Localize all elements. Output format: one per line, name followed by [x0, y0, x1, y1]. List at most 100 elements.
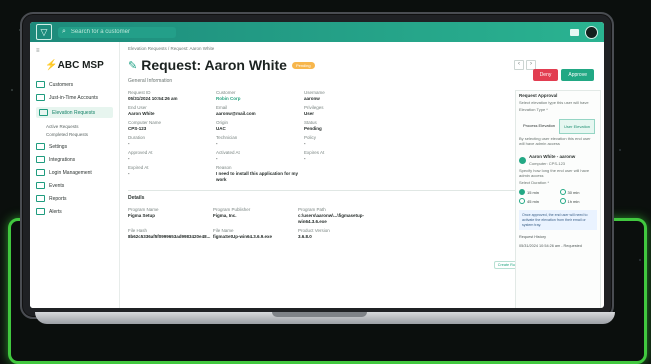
duration-15-min[interactable]: 15 min: [519, 189, 557, 195]
sidebar: ≡ ⚡ABC MSP Customers Just-in-Time Accoun…: [30, 42, 120, 308]
field-expired-at: Expired At -: [128, 165, 149, 176]
field-end-user: End User Aaron White: [128, 105, 155, 116]
radio-icon: [559, 189, 566, 195]
events-icon: [36, 182, 45, 189]
field-status: Status Pending: [304, 120, 322, 131]
approver-name: Aaron White - aaronw: [529, 154, 576, 159]
breadcrumb[interactable]: Elevation Requests / Request: Aaron Whit…: [128, 46, 596, 51]
field-origin: Origin UAC: [216, 120, 229, 131]
briefcase-icon[interactable]: [570, 28, 579, 36]
field-email: Email aaronw@mail.com: [216, 105, 256, 116]
nav-customers[interactable]: Customers: [36, 81, 113, 88]
field-reason: Reason I need to install this application…: [216, 165, 299, 182]
general-information-label: General Information: [128, 78, 173, 84]
nav-completed-requests[interactable]: Completed Requests: [46, 132, 113, 137]
edit-icon: ✎: [128, 59, 138, 72]
search-input[interactable]: [68, 28, 168, 36]
approval-title: Request Approval: [519, 93, 558, 98]
nav-settings[interactable]: Settings: [36, 143, 113, 150]
search-icon: ⌕: [62, 28, 66, 35]
field-computer: Computer Name CPS-123: [128, 120, 162, 131]
approver-subtitle: Computer: CPS-123: [529, 161, 566, 166]
nav-elevation-requests[interactable]: Elevation Requests: [36, 107, 113, 118]
approval-subtitle: Select elevation type this user will hav…: [519, 100, 589, 105]
approve-button[interactable]: Approve: [561, 69, 594, 81]
field-product-version: Product Version 3.6.8.0: [298, 228, 330, 239]
field-activated-at: Activated At -: [216, 150, 240, 161]
page-title: Request: Aaron White: [141, 57, 287, 73]
field-file-name: File Name figmaSetUp-win64.3.6.9.exe: [213, 228, 273, 239]
prev-icon[interactable]: ‹: [514, 60, 524, 70]
customers-icon: [36, 81, 45, 88]
duration-45-min[interactable]: 45 min: [519, 198, 557, 204]
login-icon: [36, 169, 45, 176]
nav-label: Events: [49, 182, 65, 189]
field-username: Username aaronw: [304, 90, 325, 101]
approval-info-message: Once approved, the end user will need to…: [519, 210, 597, 231]
how-long-text: Specify how long the end user will have …: [519, 168, 590, 178]
integrations-icon: [36, 156, 45, 163]
nav-label: Settings: [49, 143, 68, 150]
field-request-id: Request ID 05/31/2024 10:54:26 am: [128, 90, 178, 101]
nav-label: Just-in-Time Accounts: [49, 94, 98, 101]
laptop-notch: [272, 312, 367, 317]
nav-integrations[interactable]: Integrations: [36, 156, 113, 163]
nav-label: Integrations: [49, 156, 76, 163]
alerts-icon: [36, 208, 45, 215]
request-approval-panel: Request Approval Select elevation type t…: [515, 90, 601, 308]
approver-row: Aaron White - aaronw Computer: CPS-123: [519, 154, 597, 166]
field-program-name: Program Name Figma Setup: [128, 207, 159, 218]
elevation-icon: [39, 109, 48, 116]
request-history-label: Request History: [519, 235, 547, 240]
radio-selected-icon: [519, 189, 525, 195]
avatar: [519, 156, 526, 164]
search-box[interactable]: ⌕: [58, 26, 176, 38]
reports-icon: [36, 195, 45, 202]
radio-icon: [559, 198, 566, 204]
deny-button[interactable]: Deny: [532, 69, 559, 81]
nav-label: Customers: [49, 81, 74, 88]
nav-alerts[interactable]: Alerts: [36, 208, 113, 215]
field-program-publisher: Program Publisher Figma, Inc.: [213, 207, 251, 218]
nav-reports[interactable]: Reports: [36, 195, 113, 202]
field-expires-at: Expires At -: [304, 150, 325, 161]
request-actions: Deny Approve: [532, 69, 594, 81]
app-logo-icon: ▽: [36, 24, 52, 40]
nav-login-management[interactable]: Login Management: [36, 169, 113, 176]
company-logo: ⚡ABC MSP: [45, 60, 104, 71]
status-badge: Pending: [291, 61, 315, 69]
field-program-path: Program Path c:\users\aaronw\...\figmaset…: [298, 207, 365, 224]
duration-30-min[interactable]: 30 min: [559, 189, 598, 195]
top-bar: ▽ ⌕: [30, 22, 604, 42]
tab-user-elevation[interactable]: User Elevation: [559, 119, 596, 134]
user-elevation-description: By selecting user elevation this end use…: [519, 136, 591, 146]
nav-events[interactable]: Events: [36, 182, 113, 189]
laptop-screen: ▽ ⌕ ≡ ⚡ABC MSP Customers Just-in-Time Ac…: [20, 12, 614, 319]
elevation-type-label: Elevation Type *: [519, 107, 548, 112]
field-privileges: Privileges User: [304, 105, 324, 116]
settings-icon: [36, 143, 45, 150]
field-technician: Technician -: [216, 135, 238, 146]
title-row: ✎ Request: Aaron White Pending ‹ ›: [128, 57, 596, 73]
app-window: ▽ ⌕ ≡ ⚡ABC MSP Customers Just-in-Time Ac…: [30, 22, 604, 308]
tab-process-elevation[interactable]: Process Elevation: [519, 119, 559, 134]
nav-label: Reports: [49, 195, 67, 202]
collapse-icon[interactable]: ≡: [36, 48, 113, 54]
field-approved-at: Approved At -: [128, 150, 153, 161]
field-file-hash: File Hash 8b62c5336af5f0999653ad9983420e4…: [128, 228, 211, 239]
field-customer: Customer Robin Corp: [216, 90, 241, 101]
app-body: ≡ ⚡ABC MSP Customers Just-in-Time Accoun…: [30, 42, 604, 308]
radio-icon: [519, 198, 525, 204]
main-content: Elevation Requests / Request: Aaron Whit…: [120, 42, 604, 308]
nav-jit[interactable]: Just-in-Time Accounts: [36, 94, 113, 101]
duration-1h-min[interactable]: 1h min: [559, 198, 598, 204]
accounts-icon: [36, 94, 45, 101]
request-history-item: 05/31/2024 10:54:26 am - Requested: [519, 244, 582, 249]
user-avatar[interactable]: [585, 25, 598, 39]
field-duration: Duration -: [128, 135, 146, 146]
field-policy: Policy -: [304, 135, 317, 146]
nav-active-requests[interactable]: Active Requests: [46, 124, 113, 129]
nav-label: Alerts: [49, 208, 62, 215]
top-actions: [570, 25, 598, 39]
elevation-tabs: Process Elevation User Elevation: [519, 119, 597, 134]
